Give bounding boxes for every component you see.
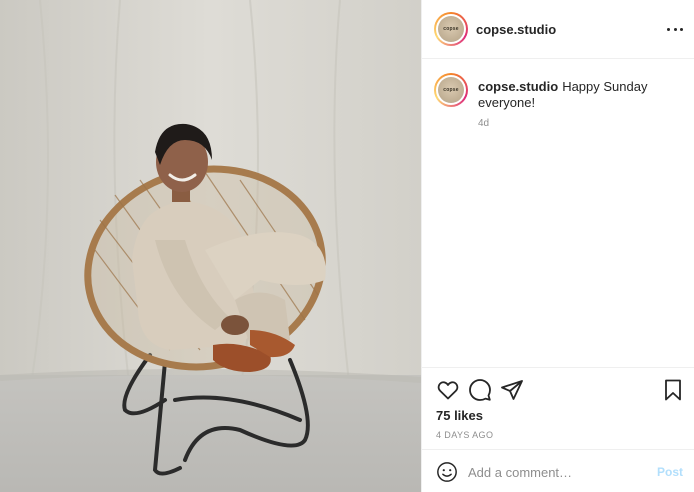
heart-icon[interactable] — [436, 378, 460, 402]
post-comment-button[interactable]: Post — [657, 465, 683, 479]
caption-avatar-image: copse — [438, 77, 464, 103]
more-icon[interactable] — [667, 22, 683, 36]
caption-timestamp[interactable]: 4d — [478, 118, 489, 129]
emoji-icon[interactable] — [436, 461, 458, 483]
share-icon[interactable] — [500, 378, 524, 402]
likes-count[interactable]: 75 likes — [436, 408, 483, 423]
avatar-image: copse — [438, 16, 464, 42]
header-username[interactable]: copse.studio — [476, 22, 556, 37]
post-image[interactable] — [0, 0, 421, 492]
caption-avatar[interactable]: copse — [434, 73, 468, 107]
caption-text: copse.studio Happy Sunday everyone! — [478, 79, 678, 111]
post-photo-illustration — [0, 0, 421, 492]
post-details-panel: copse copse.studio copse copse.studio Hap… — [421, 0, 694, 492]
action-bar: 75 likes 4 DAYS AGO — [422, 367, 694, 449]
caption-username[interactable]: copse.studio — [478, 79, 558, 94]
comment-icon[interactable] — [468, 378, 492, 402]
post-date[interactable]: 4 DAYS AGO — [436, 430, 493, 440]
avatar[interactable]: copse — [434, 12, 468, 46]
bookmark-icon[interactable] — [661, 378, 685, 402]
comment-bar: Post — [422, 449, 694, 492]
comment-input[interactable] — [468, 461, 638, 483]
post-header: copse copse.studio — [422, 0, 694, 59]
